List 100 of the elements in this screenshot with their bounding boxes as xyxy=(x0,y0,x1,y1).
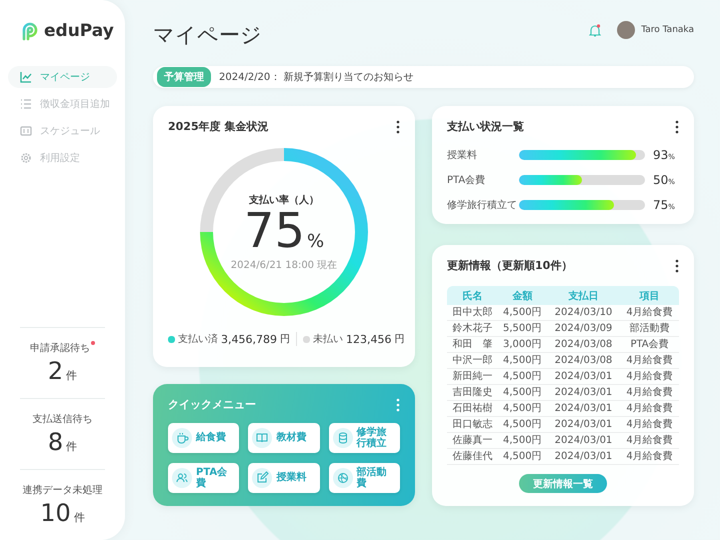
rate-unit: % xyxy=(306,230,324,252)
table-cell: 4,500円 xyxy=(498,305,547,320)
table-cell: 4,500円 xyxy=(498,448,547,464)
nav-item[interactable]: 徴収金項目追加 xyxy=(8,93,117,115)
table-cell: 2024/03/01 xyxy=(546,416,620,432)
quick-menu-button[interactable]: 修学旅行積立 xyxy=(328,423,400,453)
logo-icon xyxy=(20,21,40,41)
stat-unit: 件 xyxy=(66,439,78,454)
donut-caption: 支払い率（人） xyxy=(249,193,319,206)
table-cell: 3,000円 xyxy=(498,336,547,352)
table-cell: 2024/03/01 xyxy=(546,368,620,384)
nav-item[interactable]: マイページ xyxy=(8,66,117,88)
table-cell: 吉田隆史 xyxy=(447,384,498,400)
edit-icon xyxy=(252,468,272,488)
legend-label: 支払い済 xyxy=(178,332,218,346)
list-icon xyxy=(20,98,32,110)
table-cell: 部活動費 xyxy=(620,320,679,336)
amount: 123,456 xyxy=(346,332,392,346)
bar-label: 修学旅行積立て xyxy=(447,198,518,212)
column-header: 金額 xyxy=(498,286,547,305)
rate-value: 75 xyxy=(244,206,305,254)
stat-label: 申請承認待ち xyxy=(30,341,95,355)
user-name: Taro Tanaka xyxy=(641,25,694,35)
table-cell: 2024/03/01 xyxy=(546,384,620,400)
avatar[interactable] xyxy=(617,21,636,39)
stat-label: 連携データ未処理 xyxy=(22,484,102,497)
table-cell: 4,500円 xyxy=(498,352,547,368)
table-cell: 5,500円 xyxy=(498,320,547,336)
table-cell: 田中太郎 xyxy=(447,305,498,320)
table-cell: 中沢一郎 xyxy=(447,352,498,368)
table-cell: 4月給食費 xyxy=(620,384,679,400)
card-title: 2025年度 集金状況 xyxy=(168,119,268,134)
more-icon[interactable] xyxy=(675,120,679,134)
bar-label: 授業料 xyxy=(447,148,478,162)
cup-icon xyxy=(172,428,192,448)
table-cell: 和田 肇 xyxy=(447,336,498,352)
stat-count: 10 xyxy=(40,499,71,527)
stat-unit: 件 xyxy=(74,510,85,525)
stat-label: 支払送信待ち xyxy=(32,412,92,426)
book-icon xyxy=(252,428,272,448)
chart-icon xyxy=(20,71,32,83)
table-cell: 4月給食費 xyxy=(620,448,679,464)
card-title: 更新情報（更新順10件） xyxy=(447,258,572,273)
more-icon[interactable] xyxy=(396,120,400,134)
people-icon xyxy=(172,468,192,488)
logo-text: eduPay xyxy=(44,21,114,41)
bell-icon[interactable] xyxy=(589,24,602,36)
settings-icon xyxy=(20,152,32,164)
table-cell: 4月給食費 xyxy=(620,305,679,320)
timestamp: 2024/6/21 18:00 現在 xyxy=(230,258,338,272)
table-cell: 4,500円 xyxy=(498,400,547,416)
page-title: マイページ xyxy=(153,22,262,49)
table-cell: 2024/03/10 xyxy=(546,305,620,320)
database-icon xyxy=(332,428,353,448)
table-cell: 4月給食費 xyxy=(620,416,679,432)
table-cell: 4,500円 xyxy=(498,416,547,432)
table-cell: 2024/03/01 xyxy=(546,448,620,464)
table-cell: 田口敏志 xyxy=(447,416,498,432)
notice-text: 2024/2/20： 新規予算割り当てのお知らせ xyxy=(219,70,414,84)
stat-count: 8 xyxy=(48,428,64,456)
table-cell: 4,500円 xyxy=(498,432,547,448)
percent-value: 93 xyxy=(653,148,668,162)
quick-menu-button[interactable]: 給食費 xyxy=(168,423,240,453)
bar-label: PTA会費 xyxy=(447,174,486,187)
quick-menu-button[interactable]: 部活動費 xyxy=(328,463,400,493)
table-cell: 佐藤佳代 xyxy=(447,448,498,464)
table-cell: 4月給食費 xyxy=(620,400,679,416)
column-header: 氏名 xyxy=(447,286,498,305)
table-cell: 4月給食費 xyxy=(620,432,679,448)
stat-count: 2 xyxy=(48,357,64,385)
nav-item[interactable]: 利用設定 xyxy=(8,147,117,169)
currency-unit: 円 xyxy=(280,333,290,346)
table-cell: 新田純一 xyxy=(447,368,498,384)
table-cell: 4,500円 xyxy=(498,368,547,384)
table-cell: 2024/03/01 xyxy=(546,432,620,448)
table-cell: 石田祐樹 xyxy=(447,400,498,416)
more-icon[interactable] xyxy=(675,258,679,272)
alert-dot xyxy=(91,341,95,345)
table-cell: PTA会費 xyxy=(620,336,679,352)
quick-menu-button[interactable]: 授業料 xyxy=(248,463,320,493)
table-cell: 4,500円 xyxy=(498,384,547,400)
quick-menu-button[interactable]: PTA会費 xyxy=(168,463,240,493)
card-title: クイックメニュー xyxy=(168,397,256,412)
nav-item[interactable]: スケジュール xyxy=(8,120,117,142)
table-cell: 4月給食費 xyxy=(620,368,679,384)
card-title: 支払い状況一覧 xyxy=(447,119,524,134)
table-cell: 2024/03/01 xyxy=(546,400,620,416)
column-header: 支払日 xyxy=(546,286,620,305)
stat-unit: 件 xyxy=(66,368,78,383)
table-cell: 2024/03/08 xyxy=(546,336,620,352)
updates-list-button[interactable]: 更新情報一覧 xyxy=(519,474,607,493)
legend-label: 未払い xyxy=(312,332,343,346)
percent-value: 75 xyxy=(653,198,668,212)
amount: 3,456,789 xyxy=(221,332,277,346)
quick-menu-button[interactable]: 教材費 xyxy=(248,423,320,453)
table-cell: 2024/03/08 xyxy=(546,352,620,368)
column-header: 項目 xyxy=(620,286,679,305)
currency-unit: 円 xyxy=(394,333,404,346)
table-cell: 佐藤真一 xyxy=(447,432,498,448)
table-cell: 2024/03/09 xyxy=(546,320,620,336)
